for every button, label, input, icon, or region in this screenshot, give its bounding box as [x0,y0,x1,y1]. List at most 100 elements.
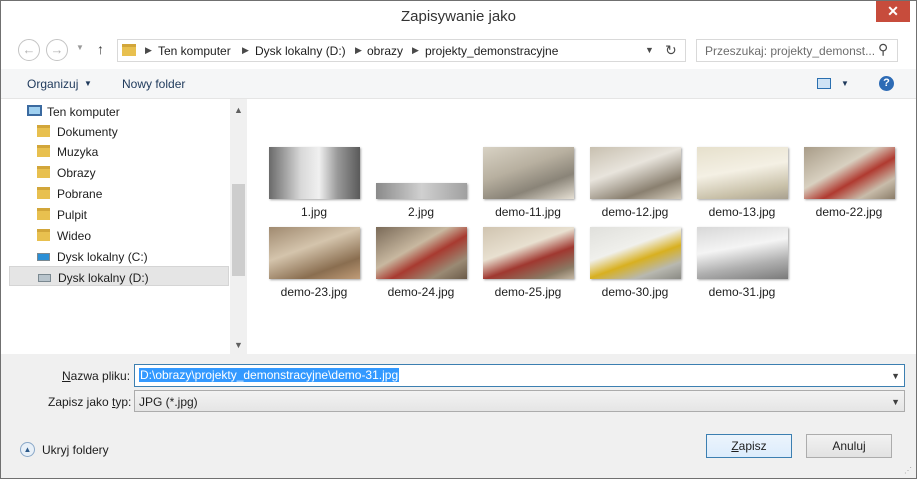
chevron-down-icon[interactable]: ▼ [891,371,900,381]
up-arrow-icon[interactable]: ↑ [97,41,104,57]
back-button[interactable]: ← [18,39,40,61]
chevron-right-icon[interactable]: ▶ [355,45,362,56]
file-item[interactable]: demo-31.jpg [679,227,788,305]
file-item[interactable]: 1.jpg [251,147,360,225]
image-thumbnail [269,227,360,279]
search-box[interactable]: Przeszukaj: projekty_demonst... ⚲ [696,39,898,62]
desktop-folder-icon [37,208,50,220]
cancel-button[interactable]: Anuluj [806,434,892,458]
sidebar-scrollbar[interactable]: ▲ ▼ [230,99,247,354]
breadcrumb-projekty[interactable]: projekty_demonstracyjne [425,44,558,58]
image-thumbnail [376,183,467,199]
scrollbar-thumb[interactable] [232,184,245,276]
image-thumbnail [483,227,574,279]
chevron-right-icon[interactable]: ▶ [145,45,152,56]
breadcrumb-obrazy[interactable]: obrazy [367,44,403,58]
chevron-down-icon[interactable]: ▼ [84,79,92,88]
image-thumbnail [697,227,788,279]
sidebar-item-label: Dysk lokalny (D:) [58,271,149,285]
refresh-icon[interactable]: ↻ [665,42,677,59]
sidebar-item-label: Dokumenty [57,125,118,139]
sidebar-item-drive-c[interactable]: Dysk lokalny (C:) [9,246,229,266]
file-item[interactable]: demo-30.jpg [572,227,681,305]
image-thumbnail [590,227,681,279]
search-icon[interactable]: ⚲ [878,41,888,58]
file-item[interactable]: 2.jpg [358,147,467,225]
collapse-icon[interactable]: ▲ [20,442,35,457]
file-item[interactable]: demo-22.jpg [786,147,895,225]
search-input[interactable]: Przeszukaj: projekty_demonst... [705,44,875,58]
save-button[interactable]: Zapisz [706,434,792,458]
breadcrumb-drive-d[interactable]: Dysk lokalny (D:) [255,44,346,58]
chevron-down-icon[interactable]: ▼ [841,79,849,88]
sidebar-item-documents[interactable]: Dokumenty [9,121,229,141]
chevron-right-icon[interactable]: ▶ [412,45,419,56]
sidebar-item-label: Wideo [57,229,92,243]
chevron-down-icon[interactable]: ▼ [891,397,900,407]
sidebar-item-label: Obrazy [57,166,96,180]
chevron-right-icon[interactable]: ▶ [242,45,249,56]
recent-locations-icon[interactable]: ▼ [76,43,84,52]
sidebar-item-label: Pobrane [57,187,103,201]
file-item[interactable]: demo-25.jpg [465,227,574,305]
hide-folders-label[interactable]: Ukryj foldery [42,443,109,457]
sidebar-item-this-pc[interactable]: Ten komputer [9,101,229,121]
filename-label: Nazwa pliku: [62,369,131,383]
folder-icon [122,44,136,56]
videos-folder-icon [37,229,50,241]
image-thumbnail [590,147,681,199]
file-item[interactable]: demo-24.jpg [358,227,467,305]
sidebar-item-pictures[interactable]: Obrazy [9,162,229,182]
sidebar-item-label: Pulpit [57,208,88,222]
resize-grip-icon[interactable]: ⋰ [904,466,912,475]
file-item[interactable]: demo-12.jpg [572,147,681,225]
navigation-pane: Ten komputer Dokumenty Muzyka Obrazy Pob… [9,99,247,354]
scroll-up-icon[interactable]: ▲ [234,105,243,115]
change-view-icon[interactable] [817,78,831,89]
music-folder-icon [37,145,50,157]
save-form: Nazwa pliku: D:\obrazy\projekty_demonstr… [1,354,916,478]
file-grid: 1.jpg 2.jpg demo-11.jpg demo-12.jpg demo… [251,99,911,354]
sidebar-item-desktop[interactable]: Pulpit [9,204,229,224]
file-type-select[interactable]: JPG (*.jpg) ▼ [134,390,905,412]
help-icon[interactable]: ? [879,76,894,91]
file-item[interactable]: demo-13.jpg [679,147,788,225]
filename-value[interactable]: D:\obrazy\projekty_demonstracyjne\demo-3… [139,368,400,382]
sidebar-item-music[interactable]: Muzyka [9,141,229,161]
forward-button[interactable]: → [46,39,68,61]
file-type-label: Zapisz jako typ: [48,395,132,409]
new-folder-button[interactable]: Nowy folder [122,77,185,91]
filename-input[interactable]: D:\obrazy\projekty_demonstracyjne\demo-3… [134,364,905,387]
file-item[interactable]: demo-23.jpg [251,227,360,305]
file-name: demo-31.jpg [708,285,776,299]
breadcrumb-this-pc[interactable]: Ten komputer [158,44,231,58]
scroll-down-icon[interactable]: ▼ [234,340,243,350]
title-bar: Zapisywanie jako ✕ [1,1,916,32]
close-button[interactable]: ✕ [876,1,910,22]
sidebar-item-label: Dysk lokalny (C:) [57,250,148,264]
pictures-folder-icon [37,166,50,178]
image-thumbnail [376,227,467,279]
windows-drive-icon [37,253,50,261]
save-as-dialog: Zapisywanie jako ✕ ← → ▼ ↑ ▶ Ten kompute… [0,0,917,479]
sidebar-item-videos[interactable]: Wideo [9,225,229,245]
image-thumbnail [269,147,360,199]
file-item[interactable]: demo-11.jpg [465,147,574,225]
computer-icon [27,105,42,116]
sidebar-item-label: Ten komputer [47,105,120,119]
sidebar-item-drive-d[interactable]: Dysk lokalny (D:) [9,266,229,286]
image-thumbnail [697,147,788,199]
file-type-value: JPG (*.jpg) [139,395,198,409]
sidebar-item-label: Muzyka [57,145,99,159]
image-thumbnail [483,147,574,199]
organize-menu-button[interactable]: Organizuj [27,77,78,91]
documents-folder-icon [37,125,50,137]
file-name: demo-22.jpg [815,205,883,219]
image-thumbnail [804,147,895,199]
window-title: Zapisywanie jako [400,8,517,25]
sidebar-item-downloads[interactable]: Pobrane [9,183,229,203]
command-bar: Organizuj ▼ Nowy folder ▼ ? [1,69,916,99]
downloads-folder-icon [37,187,50,199]
address-bar[interactable]: ▶ Ten komputer ▶ Dysk lokalny (D:) ▶ obr… [117,39,686,62]
chevron-down-icon[interactable]: ▼ [645,45,654,55]
